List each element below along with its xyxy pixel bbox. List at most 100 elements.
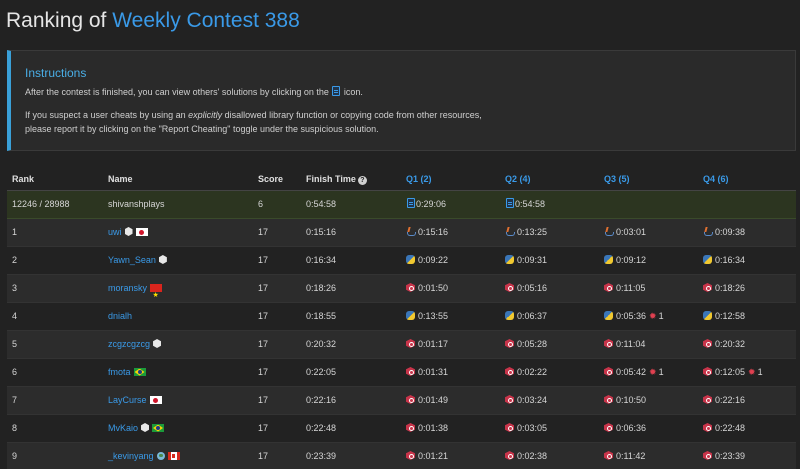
cpp-icon[interactable]: [505, 339, 514, 348]
java-icon[interactable]: [604, 227, 614, 236]
q4-submission[interactable]: 0:22:48: [703, 415, 745, 442]
info-icon[interactable]: ?: [357, 176, 367, 185]
q1-submission[interactable]: 0:13:55: [406, 303, 448, 330]
q4-submission[interactable]: 0:18:26: [703, 275, 745, 302]
q4-submission[interactable]: 0:22:16: [703, 387, 745, 414]
q4-submission[interactable]: 0:09:38: [703, 219, 745, 246]
cpp-icon[interactable]: [406, 423, 415, 432]
cpp-icon[interactable]: [703, 451, 712, 460]
python-icon[interactable]: [505, 255, 514, 264]
q2-submission[interactable]: 0:13:25: [505, 219, 547, 246]
cpp-icon[interactable]: [505, 423, 514, 432]
q1-submission[interactable]: 0:01:49: [406, 387, 448, 414]
q4-submission[interactable]: 0:16:34: [703, 247, 745, 274]
q2-submission[interactable]: 0:03:24: [505, 387, 547, 414]
q3-submission[interactable]: 0:06:36: [604, 415, 646, 442]
q2-submission[interactable]: 0:05:28: [505, 331, 547, 358]
table-row: 6 fmota 17 0:22:05 0:01:31 0:02:22 0:05:42 ✹ 1 0:…: [7, 359, 796, 387]
cpp-icon[interactable]: [703, 367, 712, 376]
q4-time: 0:12:58: [715, 311, 746, 321]
java-icon[interactable]: [505, 227, 515, 236]
q3-submission[interactable]: 0:09:12: [604, 247, 646, 274]
document-icon[interactable]: [506, 198, 514, 208]
python-icon[interactable]: [604, 255, 613, 264]
cpp-icon[interactable]: [703, 339, 712, 348]
q4-time: 0:20:32: [715, 339, 746, 349]
cpp-icon[interactable]: [604, 367, 613, 376]
contest-name-link[interactable]: Weekly Contest 388: [112, 9, 300, 32]
java-icon[interactable]: [703, 227, 713, 236]
q4-submission[interactable]: 0:23:39: [703, 443, 745, 469]
q1-submission[interactable]: 0:01:50: [406, 275, 448, 302]
user-name-link[interactable]: LayCurse: [108, 395, 147, 405]
cpp-icon[interactable]: [406, 395, 415, 404]
cpp-icon[interactable]: [604, 395, 613, 404]
cpp-icon[interactable]: [406, 283, 415, 292]
q1-submission[interactable]: 0:15:16: [406, 219, 448, 246]
q1-submission[interactable]: 0:09:22: [406, 247, 448, 274]
document-icon[interactable]: [407, 198, 415, 208]
cpp-icon[interactable]: [505, 283, 514, 292]
user-name-link[interactable]: fmota: [108, 367, 131, 377]
cpp-icon[interactable]: [604, 339, 613, 348]
header-q1[interactable]: Q1 (2): [406, 174, 432, 184]
q1-submission[interactable]: 0:01:31: [406, 359, 448, 386]
user-name-link[interactable]: zcgzcgzcg: [108, 339, 150, 349]
q4-submission[interactable]: 0:12:05 ✹ 1: [703, 359, 763, 386]
user-name-link[interactable]: MvKaio: [108, 423, 138, 433]
cpp-icon[interactable]: [406, 451, 415, 460]
cpp-icon[interactable]: [406, 367, 415, 376]
q3-time: 0:11:42: [616, 451, 646, 461]
python-icon[interactable]: [505, 311, 514, 320]
q3-submission[interactable]: 0:11:04: [604, 331, 645, 358]
cpp-icon[interactable]: [703, 283, 712, 292]
q3-submission[interactable]: 0:05:36 ✹ 1: [604, 303, 664, 330]
q4-submission[interactable]: 0:12:58: [703, 303, 745, 330]
q3-time: 0:05:42: [616, 367, 647, 377]
q3-submission[interactable]: 0:11:42: [604, 443, 645, 469]
user-name-link[interactable]: Yawn_Sean: [108, 255, 156, 265]
cpp-icon[interactable]: [406, 339, 415, 348]
q2-submission[interactable]: 0:03:05: [505, 415, 547, 442]
cpp-icon[interactable]: [505, 367, 514, 376]
q1-submission[interactable]: 0:01:17: [406, 331, 448, 358]
user-name-link[interactable]: moransky: [108, 283, 147, 293]
q4-submission[interactable]: 0:20:32: [703, 331, 745, 358]
user-name-link[interactable]: dnialh: [108, 311, 132, 321]
user-name-link[interactable]: _kevinyang: [108, 451, 154, 461]
q1-submission[interactable]: 0:01:21: [406, 443, 448, 469]
q2-submission[interactable]: 0:05:16: [505, 275, 547, 302]
python-icon[interactable]: [406, 311, 415, 320]
q3-submission[interactable]: 0:11:05: [604, 275, 645, 302]
cpp-icon[interactable]: [604, 423, 613, 432]
q3-submission[interactable]: 0:05:42 ✹ 1: [604, 359, 664, 386]
q1-submission[interactable]: 0:01:38: [406, 415, 448, 442]
q2-submission[interactable]: 0:02:38: [505, 443, 547, 469]
cpp-icon[interactable]: [604, 451, 613, 460]
cpp-icon[interactable]: [703, 395, 712, 404]
python-icon[interactable]: [703, 255, 712, 264]
python-icon[interactable]: [406, 255, 415, 264]
q2-submission[interactable]: 0:02:22: [505, 359, 547, 386]
header-q3[interactable]: Q3 (5): [604, 174, 630, 184]
user-name-link[interactable]: uwi: [108, 227, 122, 237]
q2-submission[interactable]: 0:06:37: [505, 303, 547, 330]
python-icon[interactable]: [604, 311, 613, 320]
python-icon[interactable]: [703, 311, 712, 320]
cpp-icon[interactable]: [604, 283, 613, 292]
header-q2[interactable]: Q2 (4): [505, 174, 531, 184]
q3-submission[interactable]: 0:10:50: [604, 387, 646, 414]
q2-submission[interactable]: 0:09:31: [505, 247, 547, 274]
table-row: 8 MvKaio 17 0:22:48 0:01:38 0:03:05 0:06:36 0:2…: [7, 415, 796, 443]
cpp-icon[interactable]: [703, 423, 712, 432]
my-score: 6: [258, 199, 264, 209]
java-icon[interactable]: [406, 227, 416, 236]
my-q2-solution[interactable]: 0:54:58: [505, 191, 545, 218]
header-q4[interactable]: Q4 (6): [703, 174, 729, 184]
cpp-icon[interactable]: [505, 451, 514, 460]
my-q2-time: 0:54:58: [515, 199, 546, 209]
q3-submission[interactable]: 0:03:01: [604, 219, 646, 246]
cpp-icon[interactable]: [505, 395, 514, 404]
my-q1-time: 0:29:06: [416, 199, 447, 209]
my-q1-solution[interactable]: 0:29:06: [406, 191, 446, 218]
